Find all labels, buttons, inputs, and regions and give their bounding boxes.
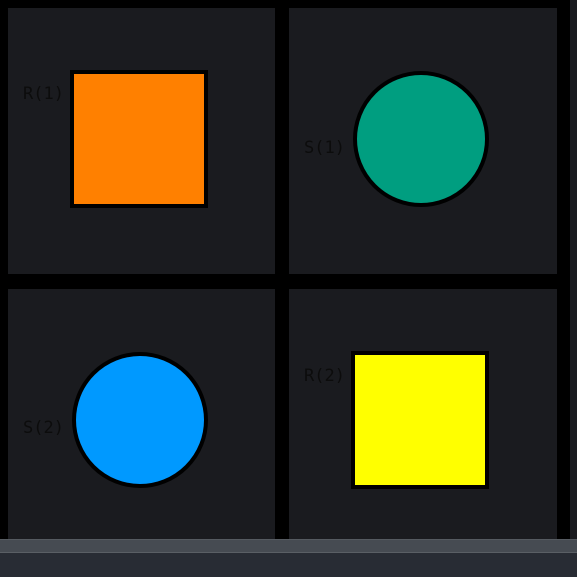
cell-label-r1: R(1) [23, 84, 64, 104]
orange-square[interactable] [70, 70, 208, 208]
yellow-square[interactable] [351, 351, 489, 489]
cell-label-s2: S(2) [23, 418, 64, 438]
cell-label-r2: R(2) [304, 366, 345, 386]
cell-label-s1: S(1) [304, 138, 345, 158]
status-bar [0, 539, 577, 553]
bottom-panel [0, 553, 577, 577]
blue-circle[interactable] [72, 352, 208, 488]
teal-circle[interactable] [353, 71, 489, 207]
right-strip [570, 0, 577, 539]
